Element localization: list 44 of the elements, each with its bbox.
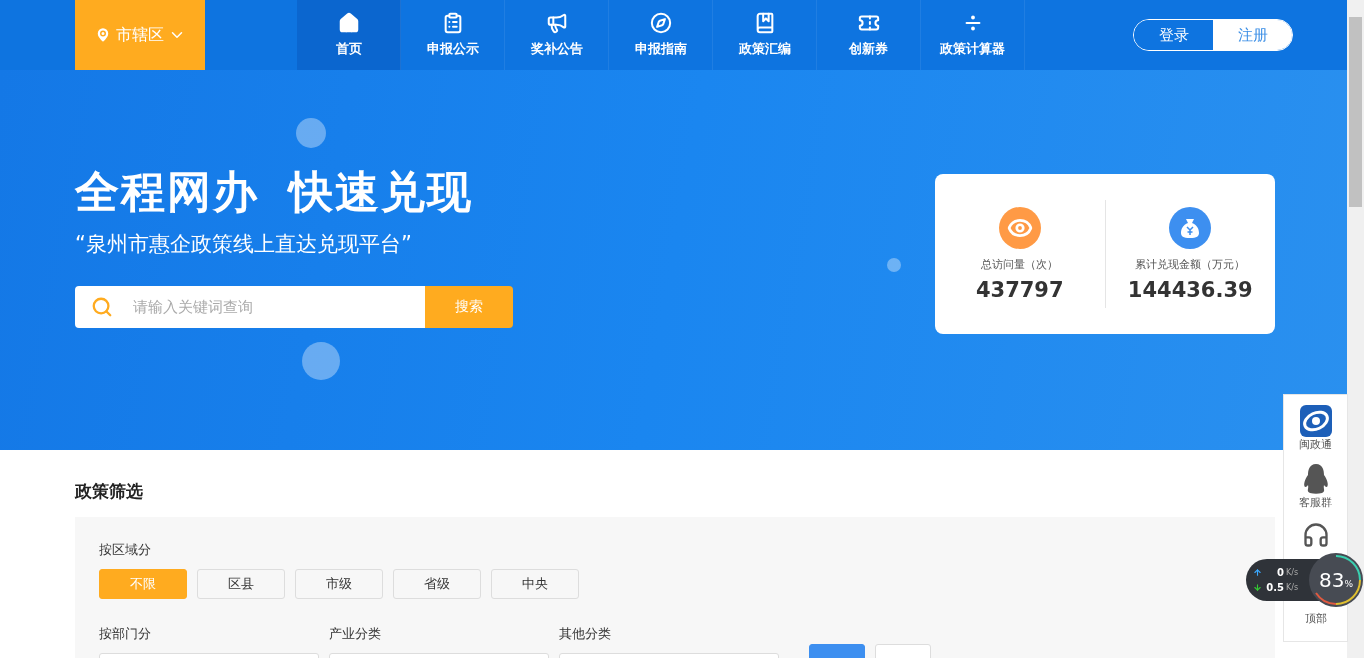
speed-unit: K/s [1286, 583, 1299, 592]
search-field[interactable]: 请输入关键词查询 [75, 286, 425, 328]
stat-label: 总访问量（次） [981, 256, 1059, 272]
hero-subtitle: “泉州市惠企政策线上直达兑现平台” [75, 231, 413, 258]
headset-icon[interactable] [1301, 521, 1330, 549]
filter-label: 其他分类 [559, 625, 612, 643]
compass-icon [649, 12, 672, 34]
location-pin-icon [94, 26, 112, 44]
money-bag-icon [1169, 206, 1212, 249]
filter-label: 按部门分 [99, 625, 152, 643]
decor-dot [302, 342, 340, 380]
filter-option[interactable]: 中央 [491, 569, 579, 599]
eye-icon [998, 206, 1041, 249]
nav-tab[interactable]: 首页 [297, 0, 401, 70]
section-title: 政策筛选 [75, 480, 144, 503]
stat-value: 144436.39 [1127, 277, 1253, 302]
gauge-ring-drawing [1308, 552, 1364, 608]
stat-value: 437797 [975, 277, 1064, 302]
hero-title: 全程网办 [75, 165, 259, 219]
download-speed: 0.5 [1265, 582, 1284, 593]
app-logo-icon[interactable] [1299, 405, 1332, 437]
megaphone-icon [545, 12, 568, 34]
download-arrow-icon [1253, 583, 1262, 592]
decor-dot [887, 258, 901, 272]
scrollbar[interactable] [1347, 0, 1364, 658]
hero-title: 快速兑现 [289, 165, 473, 219]
register-button[interactable]: 注册 [1213, 20, 1292, 50]
stat-label: 累计兑现金额（万元） [1135, 256, 1246, 272]
side-tool-label[interactable]: 闽政通 [1299, 437, 1332, 452]
filter-option[interactable]: 市级 [295, 569, 383, 599]
decor-dot [296, 118, 326, 148]
filter-option[interactable]: 区县 [197, 569, 285, 599]
filter-option[interactable]: 省级 [393, 569, 481, 599]
side-tool-label[interactable]: 客服群 [1299, 495, 1332, 510]
filter-label: 产业分类 [329, 625, 382, 643]
upload-arrow-icon [1253, 568, 1262, 577]
home-icon [337, 12, 360, 34]
search-icon [91, 296, 113, 318]
upload-speed: 0 [1276, 567, 1284, 578]
penguin-icon[interactable] [1301, 463, 1330, 495]
filter-label: 按区域分 [99, 541, 152, 559]
side-tool-label[interactable]: 顶部 [1304, 611, 1327, 626]
speed-unit: K/s [1286, 568, 1299, 577]
usage-percent: 83% [1319, 568, 1353, 592]
